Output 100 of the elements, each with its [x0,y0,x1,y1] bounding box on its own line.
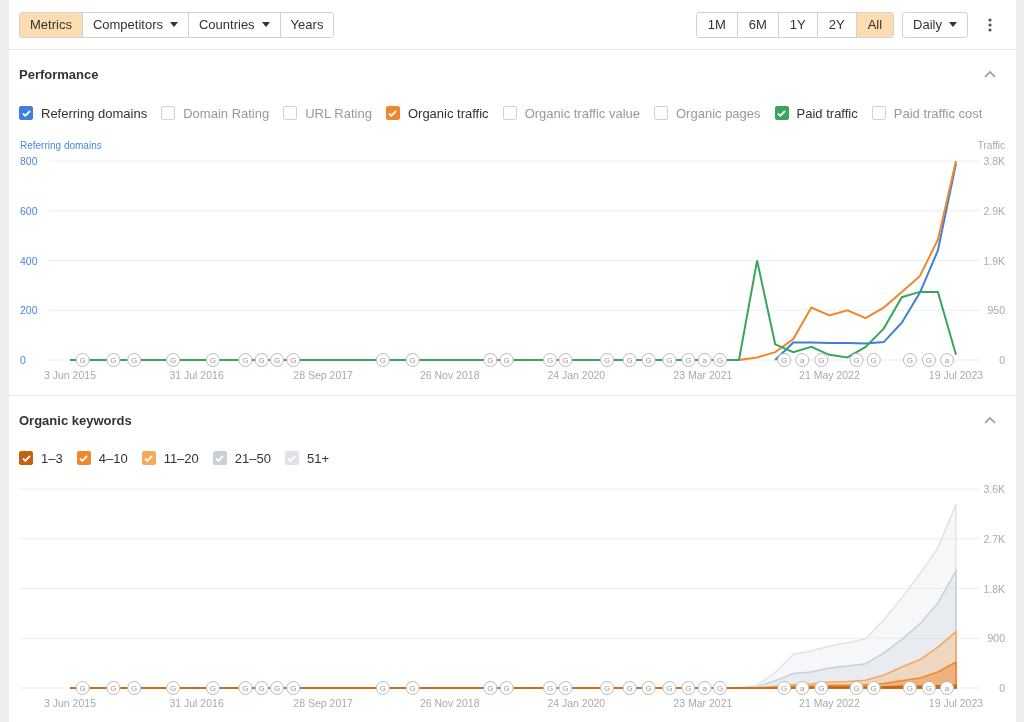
annotation-marker[interactable]: G [205,681,220,695]
annotation-marker[interactable]: G [921,353,936,367]
annotation-marker[interactable]: G [713,353,728,367]
annotation-marker[interactable]: G [254,681,269,695]
annotation-marker[interactable]: G [75,353,90,367]
view-tab[interactable]: Years [279,12,334,37]
annotation-marker[interactable]: G [270,353,285,367]
annotation-marker[interactable]: G [499,681,514,695]
annotation-marker[interactable]: G [681,681,696,695]
y-axis-label: 1.9K [983,254,1005,267]
annotation-marker[interactable]: G [713,681,728,695]
annotation-marker[interactable]: G [375,681,390,695]
range-button[interactable]: All [855,12,894,37]
annotation-marker[interactable]: G [902,353,917,367]
annotation-marker[interactable]: G [622,681,637,695]
annotation-marker[interactable]: a [939,681,954,695]
annotation: G [409,356,416,365]
annotation-marker[interactable]: G [127,353,142,367]
annotation-marker[interactable]: G [558,353,573,367]
annotation-marker[interactable]: G [681,353,696,367]
annotation-marker[interactable]: G [662,353,677,367]
checkbox[interactable] [141,451,156,465]
checkbox-label: 1–3 [41,450,63,466]
annotation: G [906,356,914,365]
annotation-marker[interactable]: G [106,681,121,695]
annotation: G [818,356,825,365]
annotation-marker[interactable]: G [483,681,498,695]
annotation-marker[interactable]: G [558,681,573,695]
annotation-marker[interactable]: G [814,353,829,367]
annotation: G [546,684,554,693]
annotation-marker[interactable]: G [777,681,792,695]
annotation: G [716,684,724,693]
x-axis-label: 31 Jul 2016 [169,369,224,381]
annotation-marker[interactable]: G [641,353,656,367]
annotation-marker[interactable]: G [270,681,285,695]
x-axis-label: 26 Nov 2018 [419,697,480,709]
annotation: G [818,684,825,693]
annotation-marker[interactable]: G [405,681,420,695]
interval-dropdown[interactable]: Daily [902,11,968,38]
annotation-marker[interactable]: a [795,681,810,695]
annotation-marker[interactable]: G [600,681,614,695]
annotation-marker[interactable]: G [662,681,677,695]
annotation: G [209,684,216,693]
annotation-marker[interactable]: G [286,681,301,695]
annotation: G [870,684,877,693]
annotation-marker[interactable]: G [254,353,269,367]
annotation-marker[interactable]: G [238,353,253,367]
checkbox-label: Organic pages [676,105,761,121]
annotation-marker[interactable]: G [921,681,936,695]
annotation-marker[interactable]: a [795,353,810,367]
annotation-marker[interactable]: G [622,353,637,367]
annotation: G [626,684,633,693]
annotation-marker[interactable]: G [499,353,514,367]
annotation-marker[interactable]: G [375,353,390,367]
annotation-marker[interactable]: G [166,681,181,695]
checkbox[interactable] [19,451,33,465]
annotation-marker[interactable]: G [543,681,558,695]
checkbox[interactable] [19,106,33,120]
chevron-up-icon[interactable] [984,416,996,424]
annotation-marker[interactable]: G [849,353,864,367]
annotation-marker[interactable]: G [902,681,917,695]
annotation: G [645,356,652,365]
annotation: G [409,684,416,693]
annotation-marker[interactable]: G [238,681,253,695]
chevron-up-icon[interactable] [984,70,996,78]
view-tab[interactable]: Metrics [20,12,82,37]
annotation: a [702,356,708,365]
annotation-marker[interactable]: G [106,353,121,367]
annotation-marker[interactable]: a [697,353,712,367]
annotation-marker[interactable]: G [866,681,881,695]
annotation-marker[interactable]: G [483,353,498,367]
annotation: a [944,684,950,693]
annotation-marker[interactable]: G [849,681,864,695]
annotation: G [853,684,860,693]
annotation-marker[interactable]: G [777,353,792,367]
annotation-marker[interactable]: G [166,353,181,367]
checkbox-label: 4–10 [98,450,128,466]
annotation-marker[interactable]: G [127,681,142,695]
x-axis-label: 23 Mar 2021 [673,369,733,381]
x-axis-label: 19 Jul 2023 [928,697,984,709]
annotation-marker[interactable]: G [641,681,656,695]
annotation-marker[interactable]: G [600,353,614,367]
y-axis-label: 2.9K [983,204,1005,217]
annotation-marker[interactable]: a [697,681,712,695]
checkbox-label: URL Rating [305,105,372,121]
more-options-icon[interactable] [988,17,992,32]
annotation-marker[interactable]: G [814,681,829,695]
x-axis-label: 3 Jun 2015 [44,369,96,381]
checkbox-label: 51+ [306,450,330,466]
annotation-marker[interactable]: G [405,353,420,367]
annotation-marker[interactable]: a [939,353,954,367]
checkbox[interactable] [774,106,789,120]
checkbox[interactable] [385,106,400,120]
annotation: G [169,356,177,365]
annotation-marker[interactable]: G [543,353,558,367]
annotation-marker[interactable]: G [866,353,881,367]
checkbox[interactable] [76,451,91,465]
annotation-marker[interactable]: G [205,353,220,367]
annotation-marker[interactable]: G [286,353,301,367]
annotation-marker[interactable]: G [75,681,90,695]
